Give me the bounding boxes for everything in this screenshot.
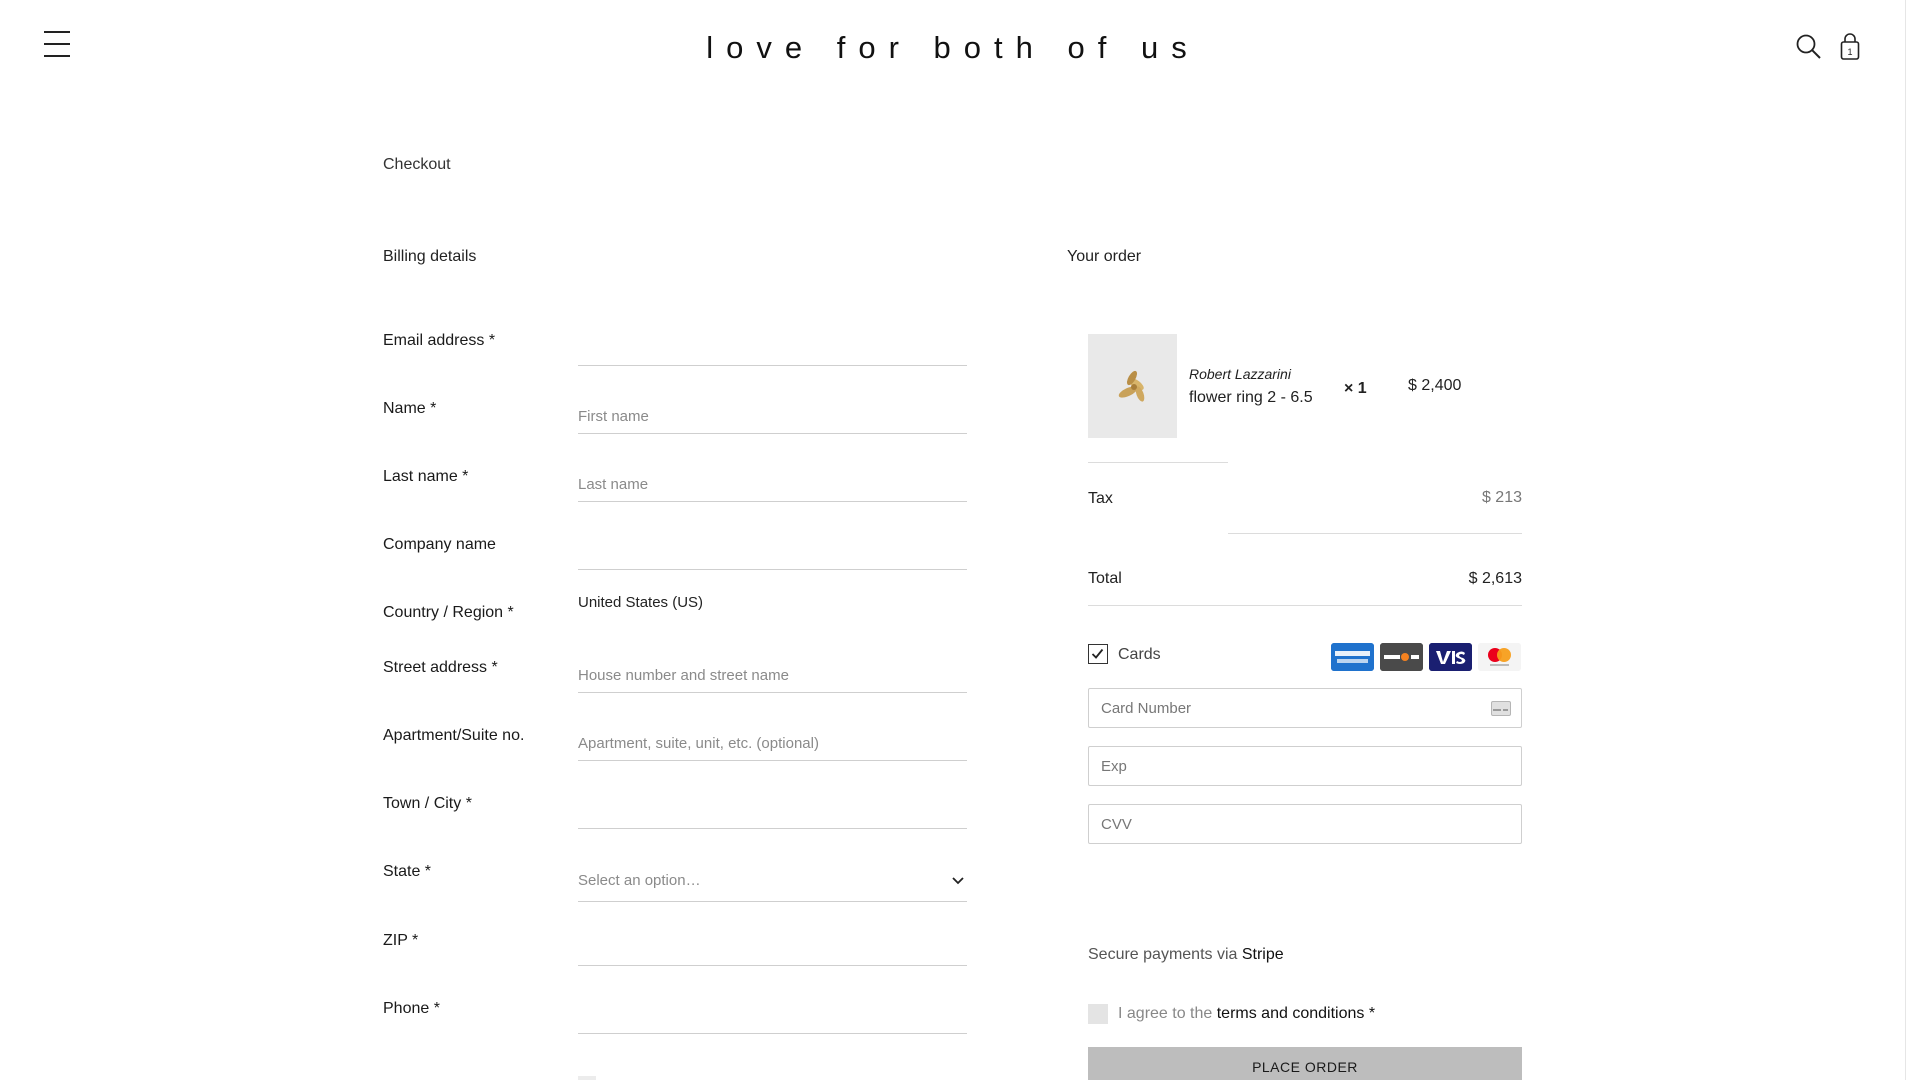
- product-quantity: × 1: [1344, 380, 1367, 397]
- terms-suffix: *: [1364, 1005, 1376, 1022]
- billing-details-heading: Billing details: [383, 248, 477, 265]
- apartment-label: Apartment/Suite no.: [383, 727, 525, 744]
- company-row: Company name: [383, 522, 967, 580]
- page-title: Checkout: [383, 156, 451, 173]
- company-field-wrap: [578, 522, 967, 570]
- exp-field[interactable]: [1089, 747, 1521, 785]
- city-row: Town / City *: [383, 781, 967, 839]
- terms-checkbox[interactable]: [1088, 1004, 1108, 1024]
- phone-row: Phone *: [383, 986, 967, 1044]
- email-field-wrap: [578, 318, 967, 366]
- cvv-field[interactable]: [1089, 805, 1521, 843]
- chevron-down-icon: [952, 877, 964, 885]
- first-name-row: Name *: [383, 386, 967, 444]
- tax-divider: [1228, 533, 1522, 534]
- terms-text: I agree to the terms and conditions *: [1118, 1005, 1375, 1023]
- street-label: Street address *: [383, 659, 498, 676]
- phone-field[interactable]: [578, 986, 967, 1033]
- country-label: Country / Region *: [383, 604, 514, 621]
- zip-row: ZIP *: [383, 918, 967, 976]
- country-value[interactable]: United States (US): [578, 594, 703, 611]
- your-order-heading: Your order: [1067, 248, 1142, 265]
- last-name-field[interactable]: [578, 454, 967, 501]
- first-name-field-wrap: [578, 386, 967, 434]
- terms-link[interactable]: terms and conditions: [1217, 1005, 1365, 1022]
- state-select[interactable]: Select an option…: [578, 850, 967, 902]
- email-label: Email address *: [383, 332, 496, 349]
- item-divider: [1088, 462, 1228, 463]
- apartment-field[interactable]: [578, 713, 967, 760]
- last-name-field-wrap: [578, 454, 967, 502]
- street-address-field[interactable]: [578, 645, 967, 692]
- last-name-label: Last name *: [383, 468, 469, 485]
- company-label: Company name: [383, 536, 496, 553]
- city-field[interactable]: [578, 781, 967, 828]
- apartment-field-wrap: [578, 713, 967, 761]
- zip-field-wrap: [578, 918, 967, 966]
- card-number-field-wrap: [1088, 688, 1522, 728]
- city-field-wrap: [578, 781, 967, 829]
- product-brand: Robert Lazzarini: [1189, 366, 1291, 382]
- amex-logo-icon: [1331, 643, 1374, 671]
- cards-payment-checkbox[interactable]: [1088, 644, 1108, 664]
- zip-label: ZIP *: [383, 932, 419, 949]
- apartment-row: Apartment/Suite no.: [383, 713, 967, 771]
- search-icon[interactable]: [1795, 32, 1823, 62]
- phone-field-wrap: [578, 986, 967, 1034]
- product-name[interactable]: flower ring 2 - 6.5: [1189, 389, 1313, 407]
- credit-card-icon: [1491, 701, 1511, 716]
- tax-value: $ 213: [1481, 489, 1522, 506]
- email-field[interactable]: [578, 318, 967, 365]
- first-name-label: Name *: [383, 400, 437, 417]
- total-value: $ 2,613: [1468, 570, 1522, 587]
- street-row: Street address *: [383, 645, 967, 703]
- total-divider: [1088, 605, 1522, 606]
- shopping-bag-icon[interactable]: 1: [1836, 32, 1864, 62]
- mastercard-logo-icon: [1478, 643, 1521, 671]
- total-label: Total: [1088, 570, 1122, 587]
- company-field[interactable]: [578, 522, 967, 569]
- tax-label: Tax: [1088, 490, 1113, 507]
- last-name-row: Last name *: [383, 454, 967, 512]
- state-select-value: Select an option…: [578, 872, 701, 889]
- product-thumbnail[interactable]: [1088, 334, 1177, 438]
- phone-label: Phone *: [383, 1000, 440, 1017]
- email-row: Email address *: [383, 318, 967, 376]
- secure-payments-text: Secure payments via Stripe: [1088, 946, 1284, 964]
- bag-count: 1: [1847, 47, 1852, 57]
- product-price: $ 2,400: [1408, 377, 1462, 394]
- country-row: Country / Region * United States (US): [383, 592, 967, 650]
- discover-logo-icon: [1380, 643, 1423, 671]
- partial-checkbox[interactable]: [578, 1076, 596, 1080]
- terms-prefix: I agree to the: [1118, 1005, 1217, 1022]
- site-logo[interactable]: love for both of us: [0, 30, 1906, 66]
- stripe-brand: Stripe: [1241, 946, 1284, 963]
- ring-image-icon: [1088, 334, 1177, 438]
- first-name-field[interactable]: [578, 386, 967, 433]
- place-order-button[interactable]: PLACE ORDER: [1088, 1047, 1522, 1080]
- card-number-field[interactable]: [1089, 689, 1521, 727]
- checkmark-icon: [1091, 648, 1104, 659]
- zip-field[interactable]: [578, 918, 967, 965]
- secure-prefix: Secure payments via: [1088, 946, 1242, 963]
- visa-logo-icon: [1429, 643, 1472, 671]
- city-label: Town / City *: [383, 795, 472, 812]
- state-label: State *: [383, 863, 432, 880]
- exp-field-wrap: [1088, 746, 1522, 786]
- cvv-field-wrap: [1088, 804, 1522, 844]
- state-row: State * Select an option…: [383, 850, 967, 908]
- street-field-wrap: [578, 645, 967, 693]
- cards-payment-label: Cards: [1118, 646, 1161, 663]
